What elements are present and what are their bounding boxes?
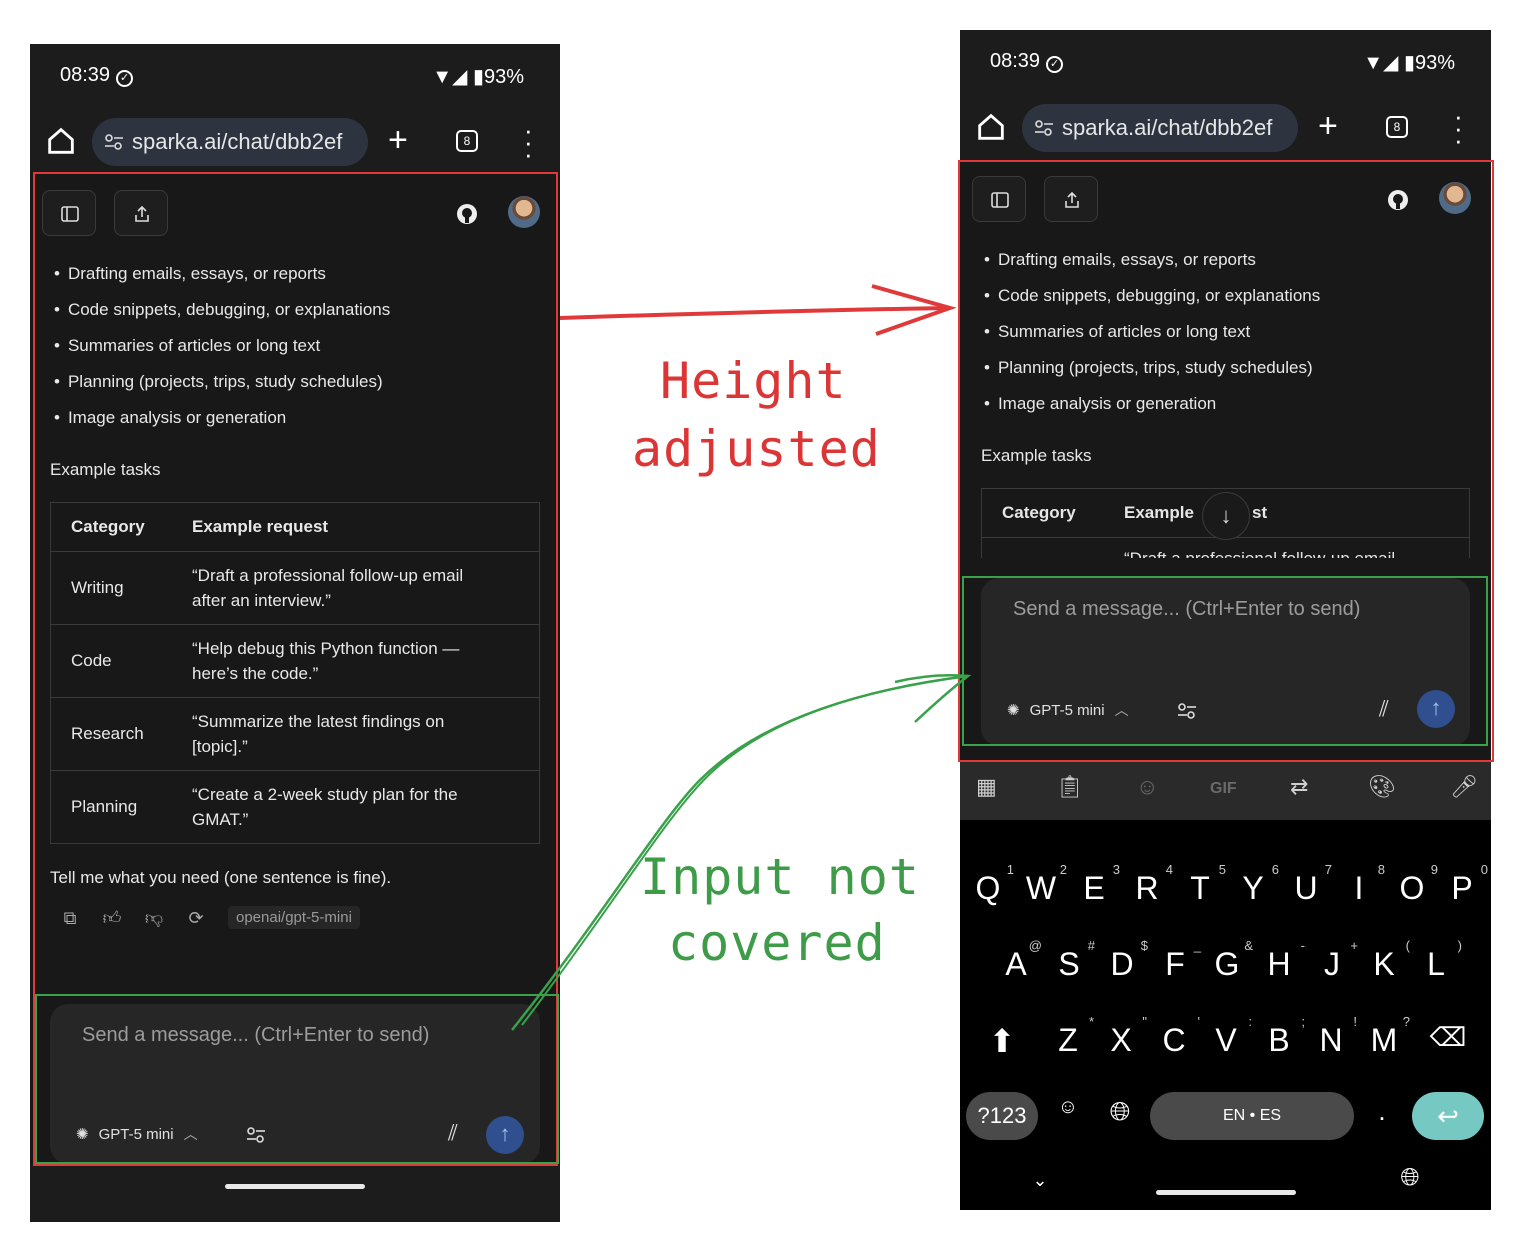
annotation-height-line1: Height (660, 352, 847, 410)
annotation-input-line2: covered (668, 914, 886, 972)
annotation-input-line1: Input not (640, 848, 920, 906)
red-arrow (559, 284, 957, 336)
annotation-height-line2: adjusted (632, 420, 881, 478)
annotation-arrows (511, 284, 972, 1031)
